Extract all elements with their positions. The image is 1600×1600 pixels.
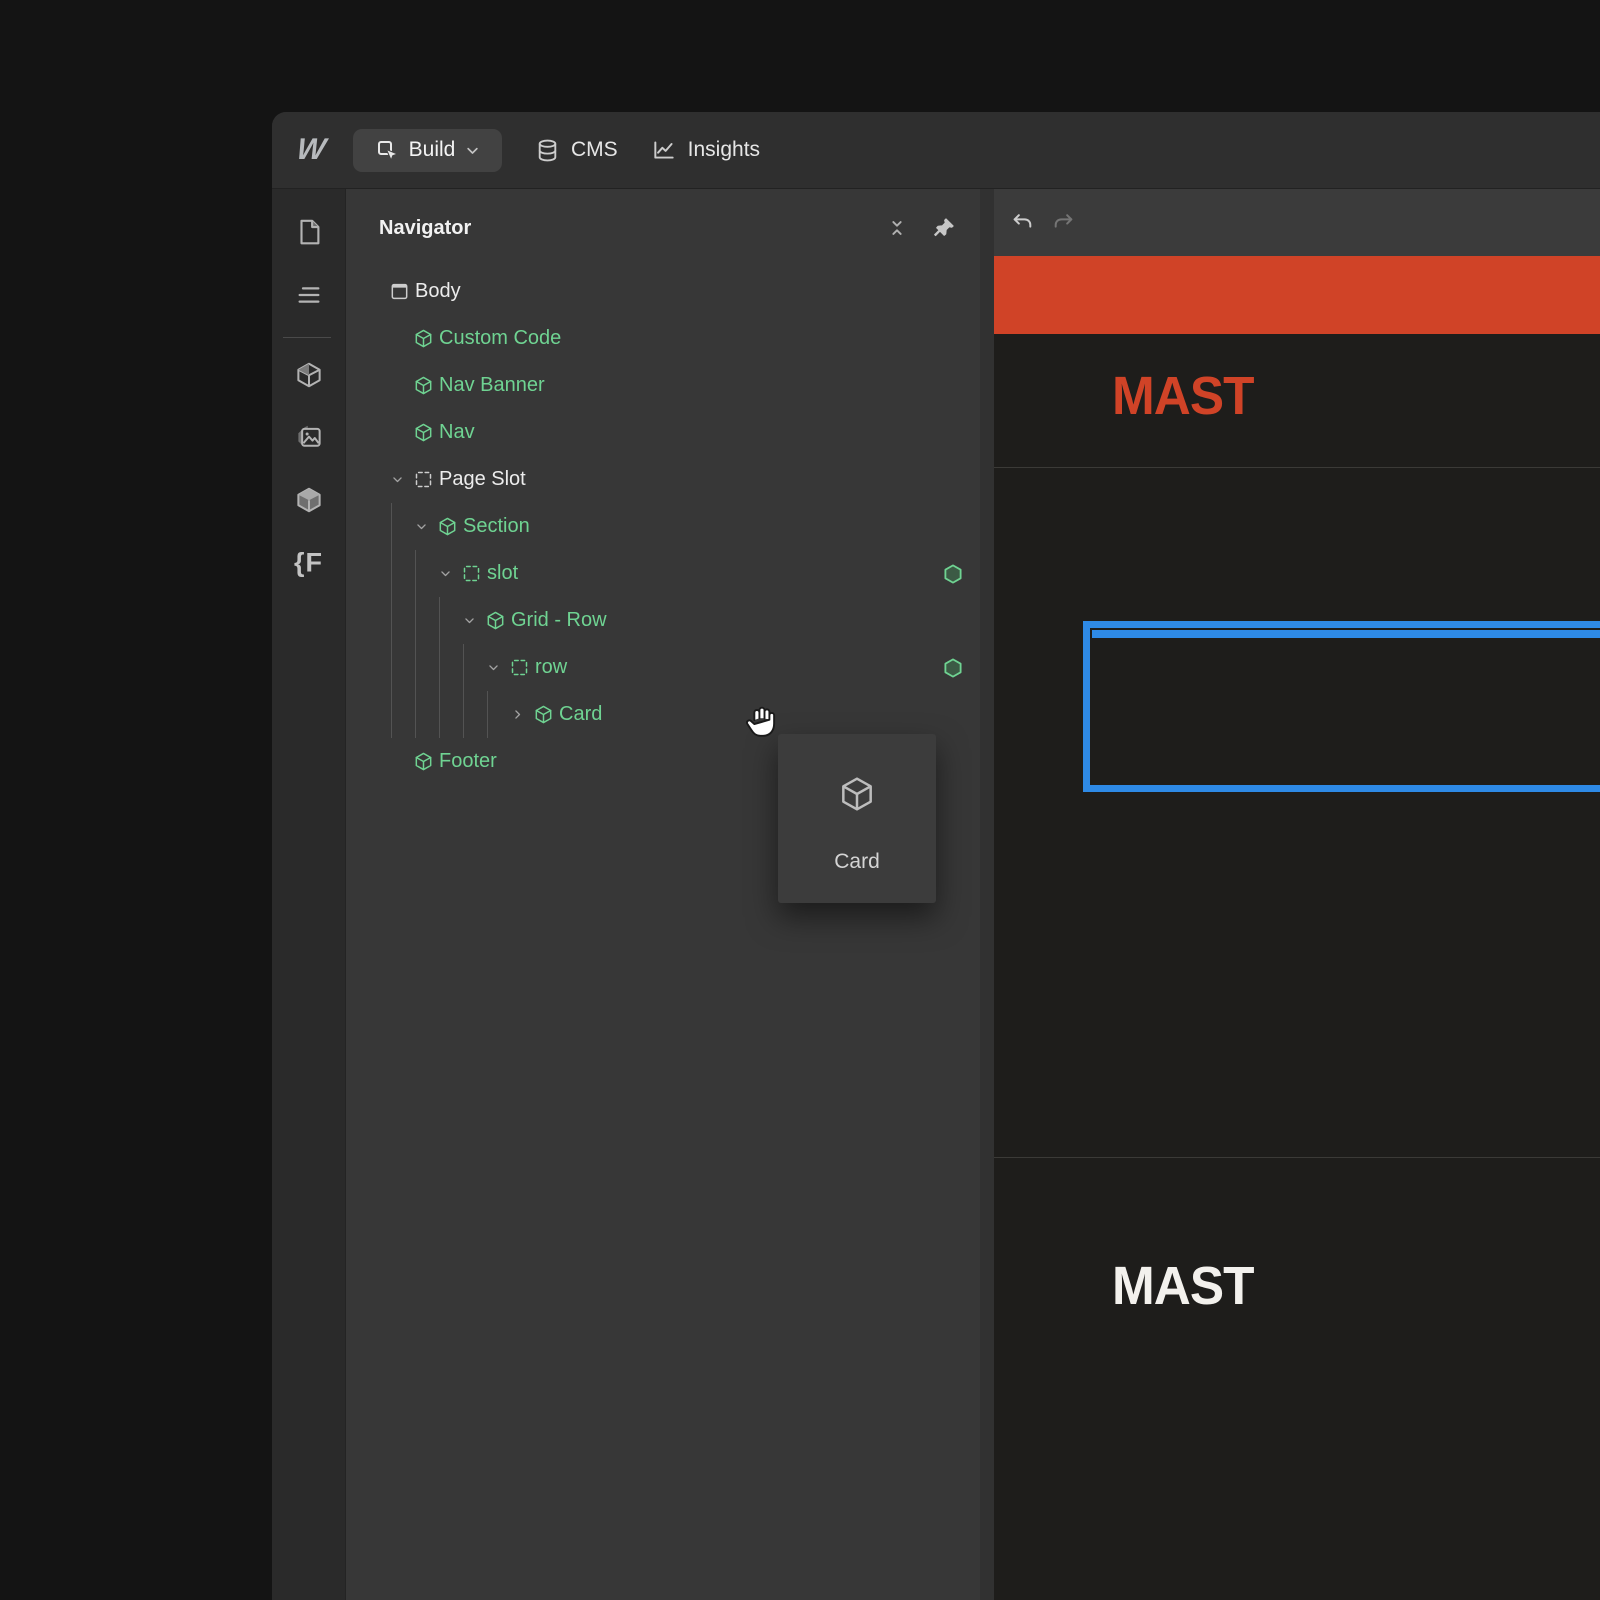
build-label: Build [409,138,456,162]
build-mode-button[interactable]: Build [353,129,502,172]
components-icon[interactable] [294,485,324,515]
element-tree: Body Custom Code Nav Banner Nav Page Slot Sec… [346,268,980,1600]
drag-ghost-label: Card [834,850,880,874]
navigator-title: Navigator [379,217,886,240]
tree-item-label: Nav Banner [439,374,545,397]
chevron-down-icon [465,143,480,158]
cube-icon [434,503,460,550]
cube-icon [410,738,436,785]
chevron-down-icon[interactable] [384,456,410,503]
drag-ghost: Card [778,734,936,903]
pages-icon[interactable] [294,217,324,247]
app-window: W Build [272,112,1600,1600]
canvas-nav-banner[interactable] [994,256,1600,334]
cube-icon [482,597,508,644]
cms-label: CMS [571,138,618,162]
chevron-down-icon[interactable] [432,550,458,597]
navigator-icon[interactable] [293,279,325,311]
tree-item-grid-row[interactable]: Grid - Row [346,597,980,644]
insights-label: Insights [688,138,760,162]
tree-item-row[interactable]: row [346,644,980,691]
left-toolbar: {F [272,189,346,1600]
chevron-right-icon[interactable] [504,691,530,738]
canvas-section-divider [994,467,1600,468]
select-cursor-icon [375,138,399,162]
tree-item-custom-code[interactable]: Custom Code [346,315,980,362]
chevron-down-icon[interactable] [408,503,434,550]
canvas-toolbar [994,189,1600,256]
cms-tab[interactable]: CMS [535,138,618,163]
insights-tab[interactable]: Insights [651,137,760,163]
cube-icon [410,409,436,456]
slot-icon [506,644,532,691]
tree-item-label: Section [463,515,530,538]
canvas-section-divider [994,1157,1600,1158]
tree-item-label: slot [487,562,518,585]
panel-resize-gutter[interactable] [980,189,994,1600]
chevron-down-icon[interactable] [456,597,482,644]
canvas-hero-title[interactable]: MAST [1112,365,1254,427]
navigator-header: Navigator [346,189,980,267]
tree-item-nav-banner[interactable]: Nav Banner [346,362,980,409]
tree-item-label: Body [415,280,461,303]
body-area: {F Navigator [272,189,1600,1600]
database-icon [535,138,560,163]
design-canvas[interactable]: MAST MAST [994,189,1600,1600]
functions-icon[interactable]: {F [294,548,323,579]
top-bar: W Build [272,112,1600,189]
tree-item-label: Page Slot [439,468,526,491]
tree-item-label: Custom Code [439,327,561,350]
tree-item-label: Nav [439,421,475,444]
cube-icon [410,315,436,362]
toolbar-divider [283,337,331,338]
tree-item-body[interactable]: Body [346,268,980,315]
undo-icon[interactable] [1010,210,1035,235]
redo-icon[interactable] [1051,210,1076,235]
slot-icon [458,550,484,597]
cube-icon [410,362,436,409]
tree-item-label: Card [559,703,602,726]
tree-item-label: Grid - Row [511,609,607,632]
drop-target-outline[interactable] [1083,621,1600,792]
canvas-footer-title[interactable]: MAST [1112,1255,1254,1317]
pin-panel-icon[interactable] [932,216,956,240]
hexagon-badge-icon[interactable] [942,563,964,585]
add-elements-icon[interactable] [294,360,324,390]
slot-icon [410,456,436,503]
body-icon [386,268,412,315]
cube-icon [530,691,556,738]
tree-item-card[interactable]: Card [346,691,980,738]
assets-icon[interactable] [294,422,324,452]
webflow-designer: W Build [0,0,1600,1600]
collapse-panel-icon[interactable] [886,217,908,239]
chevron-down-icon[interactable] [480,644,506,691]
tree-item-label: row [535,656,567,679]
cube-icon [837,774,877,814]
hexagon-badge-icon[interactable] [942,657,964,679]
webflow-logo-icon[interactable]: W [286,133,337,167]
tree-item-nav[interactable]: Nav [346,409,980,456]
tree-item-label: Footer [439,750,497,773]
tree-item-slot[interactable]: slot [346,550,980,597]
tree-item-page-slot[interactable]: Page Slot [346,456,980,503]
tree-item-section[interactable]: Section [346,503,980,550]
line-chart-icon [651,137,677,163]
drop-insertion-line [1092,630,1600,638]
